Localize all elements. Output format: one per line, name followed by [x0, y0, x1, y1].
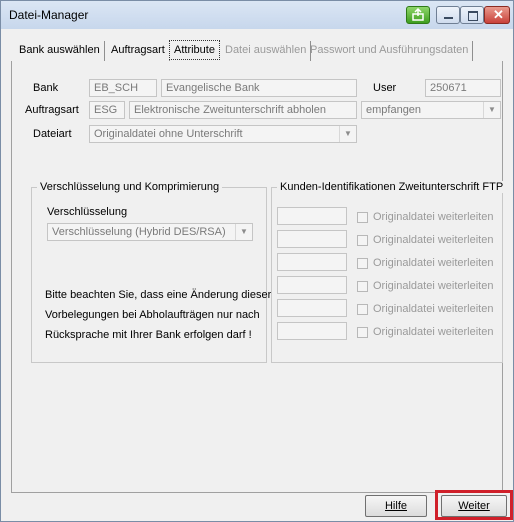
user-label: User — [373, 82, 397, 94]
bank-name-field: Evangelische Bank — [161, 79, 357, 97]
title-bar: Datei-Manager ✕ — [1, 1, 513, 29]
encryption-value: Verschlüsselung (Hybrid DES/RSA) — [52, 226, 226, 238]
dateiart-select[interactable]: Originaldatei ohne Unterschrift ▼ — [89, 125, 357, 143]
tab-passwort-ausfuehrungsdaten[interactable]: Passwort und Ausführungsdaten — [306, 41, 474, 61]
dateiart-label: Dateiart — [33, 128, 72, 140]
forward-checkbox-2[interactable] — [357, 235, 368, 246]
forward-label-6: Originaldatei weiterleiten — [373, 326, 494, 338]
bank-code-field: EB_SCH — [89, 79, 157, 97]
encryption-note: Bitte beachten Sie, dass eine Änderung d… — [45, 285, 271, 345]
note-line-2: Vorbelegungen bei Abholaufträgen nur nac… — [45, 309, 260, 321]
ftp-group-title: Kunden-Identifikationen Zweitunterschrif… — [277, 181, 507, 193]
forward-label-1: Originaldatei weiterleiten — [373, 211, 494, 223]
forward-checkbox-4[interactable] — [357, 281, 368, 292]
encryption-label: Verschlüsselung — [47, 206, 128, 218]
dateiart-value: Originaldatei ohne Unterschrift — [94, 128, 243, 140]
close-button[interactable]: ✕ — [484, 6, 510, 24]
ftp-id-field-6[interactable] — [277, 322, 347, 340]
tab-auftragsart[interactable]: Auftragsart — [107, 41, 170, 61]
ftp-id-field-1[interactable] — [277, 207, 347, 225]
maximize-button[interactable] — [460, 6, 484, 24]
note-line-3: Rücksprache mit Ihrer Bank erfolgen darf… — [45, 329, 252, 341]
encryption-select[interactable]: Verschlüsselung (Hybrid DES/RSA) ▼ — [47, 223, 253, 241]
note-line-1: Bitte beachten Sie, dass eine Änderung d… — [45, 289, 272, 301]
ftp-id-field-2[interactable] — [277, 230, 347, 248]
chevron-down-icon: ▼ — [339, 126, 356, 142]
forward-label-2: Originaldatei weiterleiten — [373, 234, 494, 246]
minimize-button[interactable] — [436, 6, 460, 24]
minimize-icon — [444, 17, 453, 19]
export-button[interactable] — [406, 6, 430, 24]
forward-label-5: Originaldatei weiterleiten — [373, 303, 494, 315]
tab-attribute[interactable]: Attribute — [169, 40, 220, 60]
help-button[interactable]: Hilfe — [365, 495, 427, 517]
chevron-down-icon: ▼ — [235, 224, 252, 240]
window-title: Datei-Manager — [9, 8, 89, 22]
bank-label: Bank — [33, 82, 59, 94]
auftragsart-label: Auftragsart — [25, 104, 79, 116]
forward-checkbox-1[interactable] — [357, 212, 368, 223]
weiter-button[interactable]: Weiter — [441, 495, 507, 517]
datei-manager-window: Datei-Manager ✕ Bank auswählen Auftragsa… — [0, 0, 514, 522]
forward-checkbox-5[interactable] — [357, 304, 368, 315]
tab-bank-auswaehlen[interactable]: Bank auswählen — [15, 41, 105, 61]
encryption-group-title: Verschlüsselung und Komprimierung — [37, 181, 223, 193]
ftp-id-field-5[interactable] — [277, 299, 347, 317]
forward-label-4: Originaldatei weiterleiten — [373, 280, 494, 292]
export-icon — [412, 7, 424, 21]
auftragsart-desc-field: Elektronische Zweitunterschrift abholen — [129, 101, 357, 119]
ftp-id-field-3[interactable] — [277, 253, 347, 271]
forward-checkbox-3[interactable] — [357, 258, 368, 269]
forward-checkbox-6[interactable] — [357, 327, 368, 338]
direction-value: empfangen — [366, 104, 422, 116]
close-icon: ✕ — [493, 7, 504, 22]
ftp-id-field-4[interactable] — [277, 276, 347, 294]
maximize-icon — [468, 11, 478, 21]
direction-select[interactable]: empfangen ▼ — [361, 101, 501, 119]
chevron-down-icon: ▼ — [483, 102, 500, 118]
auftragsart-code-field: ESG — [89, 101, 125, 119]
user-field: 250671 — [425, 79, 501, 97]
forward-label-3: Originaldatei weiterleiten — [373, 257, 494, 269]
tab-datei-auswaehlen[interactable]: Datei auswählen — [221, 41, 312, 61]
